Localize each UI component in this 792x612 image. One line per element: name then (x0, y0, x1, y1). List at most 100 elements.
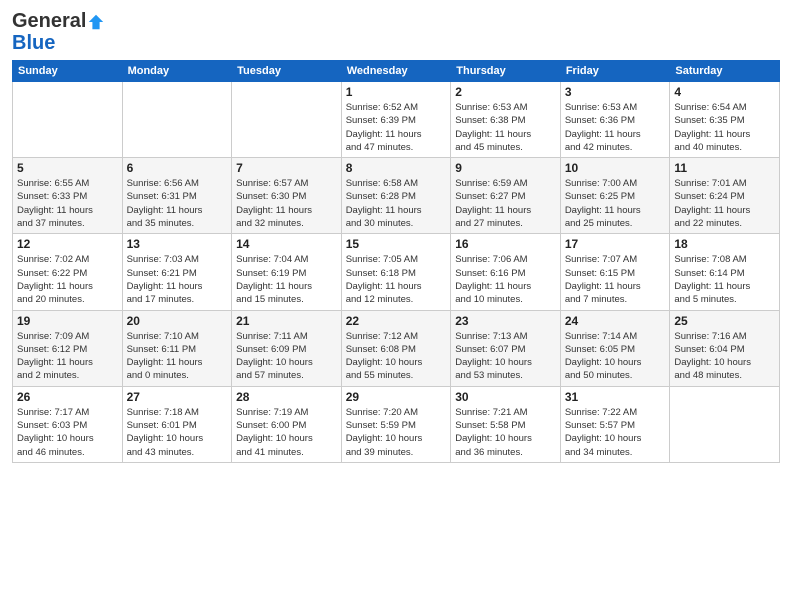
calendar-cell: 1Sunrise: 6:52 AM Sunset: 6:39 PM Daylig… (341, 82, 451, 158)
calendar-cell: 11 Sunrise: 7:01 AM Sunset: 6:24 PM Dayli… (670, 158, 780, 234)
day-number: 5 (17, 161, 118, 175)
day-number: 19 (17, 314, 118, 328)
day-number: 3 (565, 85, 666, 99)
day-info: Sunrise: 7:03 AM Sunset: 6:21 PM Dayligh… (127, 253, 228, 306)
header: General Blue (12, 10, 780, 54)
day-info: Sunrise: 7:18 AM Sunset: 6:01 PM Dayligh… (127, 406, 228, 459)
day-info: Sunrise: 7:08 AM Sunset: 6:14 PM Dayligh… (674, 253, 775, 306)
calendar-cell (122, 82, 232, 158)
day-number: 13 (127, 237, 228, 251)
day-number: 14 (236, 237, 337, 251)
day-number: 23 (455, 314, 556, 328)
day-number: 10 (565, 161, 666, 175)
day-number: 18 (674, 237, 775, 251)
calendar-cell (670, 386, 780, 462)
day-info: Sunrise: 7:10 AM Sunset: 6:11 PM Dayligh… (127, 330, 228, 383)
day-info: Sunrise: 7:17 AM Sunset: 6:03 PM Dayligh… (17, 406, 118, 459)
day-info: Sunrise: 6:59 AM Sunset: 6:27 PM Dayligh… (455, 177, 556, 230)
calendar-table: SundayMondayTuesdayWednesdayThursdayFrid… (12, 60, 780, 463)
calendar-cell: 24Sunrise: 7:14 AM Sunset: 6:05 PM Dayli… (560, 310, 670, 386)
day-info: Sunrise: 6:54 AM Sunset: 6:35 PM Dayligh… (674, 101, 775, 154)
logo-icon (87, 13, 105, 31)
day-info: Sunrise: 7:01 AM Sunset: 6:24 PM Dayligh… (674, 177, 775, 230)
calendar-cell (13, 82, 123, 158)
week-row-1: 1Sunrise: 6:52 AM Sunset: 6:39 PM Daylig… (13, 82, 780, 158)
day-info: Sunrise: 6:55 AM Sunset: 6:33 PM Dayligh… (17, 177, 118, 230)
calendar-cell: 17Sunrise: 7:07 AM Sunset: 6:15 PM Dayli… (560, 234, 670, 310)
weekday-header-thursday: Thursday (451, 61, 561, 82)
calendar-cell: 6 Sunrise: 6:56 AM Sunset: 6:31 PM Daylig… (122, 158, 232, 234)
day-number: 2 (455, 85, 556, 99)
day-info: Sunrise: 6:56 AM Sunset: 6:31 PM Dayligh… (127, 177, 228, 230)
day-info: Sunrise: 7:04 AM Sunset: 6:19 PM Dayligh… (236, 253, 337, 306)
calendar-cell: 21 Sunrise: 7:11 AM Sunset: 6:09 PM Dayli… (232, 310, 342, 386)
calendar-cell: 27 Sunrise: 7:18 AM Sunset: 6:01 PM Dayli… (122, 386, 232, 462)
calendar-cell: 14 Sunrise: 7:04 AM Sunset: 6:19 PM Dayli… (232, 234, 342, 310)
calendar-cell: 12Sunrise: 7:02 AM Sunset: 6:22 PM Dayli… (13, 234, 123, 310)
day-number: 15 (346, 237, 447, 251)
calendar-cell: 25 Sunrise: 7:16 AM Sunset: 6:04 PM Dayli… (670, 310, 780, 386)
logo-general-text: General (12, 10, 86, 32)
day-info: Sunrise: 7:21 AM Sunset: 5:58 PM Dayligh… (455, 406, 556, 459)
calendar-cell: 16 Sunrise: 7:06 AM Sunset: 6:16 PM Dayli… (451, 234, 561, 310)
weekday-header-row: SundayMondayTuesdayWednesdayThursdayFrid… (13, 61, 780, 82)
day-number: 26 (17, 390, 118, 404)
calendar-cell: 4 Sunrise: 6:54 AM Sunset: 6:35 PM Daylig… (670, 82, 780, 158)
calendar-cell: 20 Sunrise: 7:10 AM Sunset: 6:11 PM Dayli… (122, 310, 232, 386)
day-info: Sunrise: 6:57 AM Sunset: 6:30 PM Dayligh… (236, 177, 337, 230)
calendar-cell: 31 Sunrise: 7:22 AM Sunset: 5:57 PM Dayli… (560, 386, 670, 462)
weekday-header-sunday: Sunday (13, 61, 123, 82)
day-number: 1 (346, 85, 447, 99)
day-info: Sunrise: 7:09 AM Sunset: 6:12 PM Dayligh… (17, 330, 118, 383)
day-info: Sunrise: 7:12 AM Sunset: 6:08 PM Dayligh… (346, 330, 447, 383)
calendar-cell: 9 Sunrise: 6:59 AM Sunset: 6:27 PM Daylig… (451, 158, 561, 234)
day-info: Sunrise: 7:16 AM Sunset: 6:04 PM Dayligh… (674, 330, 775, 383)
calendar-cell: 30 Sunrise: 7:21 AM Sunset: 5:58 PM Dayli… (451, 386, 561, 462)
day-number: 16 (455, 237, 556, 251)
calendar-cell: 29Sunrise: 7:20 AM Sunset: 5:59 PM Dayli… (341, 386, 451, 462)
day-number: 31 (565, 390, 666, 404)
weekday-header-tuesday: Tuesday (232, 61, 342, 82)
day-info: Sunrise: 7:06 AM Sunset: 6:16 PM Dayligh… (455, 253, 556, 306)
day-number: 6 (127, 161, 228, 175)
day-info: Sunrise: 7:07 AM Sunset: 6:15 PM Dayligh… (565, 253, 666, 306)
day-number: 27 (127, 390, 228, 404)
week-row-5: 26 Sunrise: 7:17 AM Sunset: 6:03 PM Dayli… (13, 386, 780, 462)
week-row-4: 19 Sunrise: 7:09 AM Sunset: 6:12 PM Dayli… (13, 310, 780, 386)
day-info: Sunrise: 6:58 AM Sunset: 6:28 PM Dayligh… (346, 177, 447, 230)
calendar-cell: 5 Sunrise: 6:55 AM Sunset: 6:33 PM Daylig… (13, 158, 123, 234)
calendar-cell: 15Sunrise: 7:05 AM Sunset: 6:18 PM Dayli… (341, 234, 451, 310)
day-info: Sunrise: 7:14 AM Sunset: 6:05 PM Dayligh… (565, 330, 666, 383)
day-number: 8 (346, 161, 447, 175)
day-info: Sunrise: 6:53 AM Sunset: 6:38 PM Dayligh… (455, 101, 556, 154)
calendar-container: General Blue SundayMondayTuesdayWednesda… (0, 0, 792, 612)
weekday-header-friday: Friday (560, 61, 670, 82)
day-info: Sunrise: 7:22 AM Sunset: 5:57 PM Dayligh… (565, 406, 666, 459)
logo: General Blue (12, 10, 106, 54)
day-info: Sunrise: 7:11 AM Sunset: 6:09 PM Dayligh… (236, 330, 337, 383)
day-number: 28 (236, 390, 337, 404)
calendar-cell: 8 Sunrise: 6:58 AM Sunset: 6:28 PM Daylig… (341, 158, 451, 234)
day-number: 11 (674, 161, 775, 175)
day-number: 20 (127, 314, 228, 328)
day-info: Sunrise: 6:53 AM Sunset: 6:36 PM Dayligh… (565, 101, 666, 154)
calendar-cell: 18 Sunrise: 7:08 AM Sunset: 6:14 PM Dayli… (670, 234, 780, 310)
day-number: 9 (455, 161, 556, 175)
day-number: 4 (674, 85, 775, 99)
day-number: 30 (455, 390, 556, 404)
day-info: Sunrise: 7:02 AM Sunset: 6:22 PM Dayligh… (17, 253, 118, 306)
calendar-cell: 13 Sunrise: 7:03 AM Sunset: 6:21 PM Dayli… (122, 234, 232, 310)
day-number: 25 (674, 314, 775, 328)
day-number: 7 (236, 161, 337, 175)
calendar-cell: 2 Sunrise: 6:53 AM Sunset: 6:38 PM Daylig… (451, 82, 561, 158)
week-row-2: 5 Sunrise: 6:55 AM Sunset: 6:33 PM Daylig… (13, 158, 780, 234)
day-number: 21 (236, 314, 337, 328)
calendar-cell: 10Sunrise: 7:00 AM Sunset: 6:25 PM Dayli… (560, 158, 670, 234)
calendar-cell: 23 Sunrise: 7:13 AM Sunset: 6:07 PM Dayli… (451, 310, 561, 386)
day-number: 29 (346, 390, 447, 404)
day-info: Sunrise: 7:13 AM Sunset: 6:07 PM Dayligh… (455, 330, 556, 383)
calendar-cell: 7 Sunrise: 6:57 AM Sunset: 6:30 PM Daylig… (232, 158, 342, 234)
calendar-cell: 28Sunrise: 7:19 AM Sunset: 6:00 PM Dayli… (232, 386, 342, 462)
week-row-3: 12Sunrise: 7:02 AM Sunset: 6:22 PM Dayli… (13, 234, 780, 310)
calendar-cell: 19 Sunrise: 7:09 AM Sunset: 6:12 PM Dayli… (13, 310, 123, 386)
